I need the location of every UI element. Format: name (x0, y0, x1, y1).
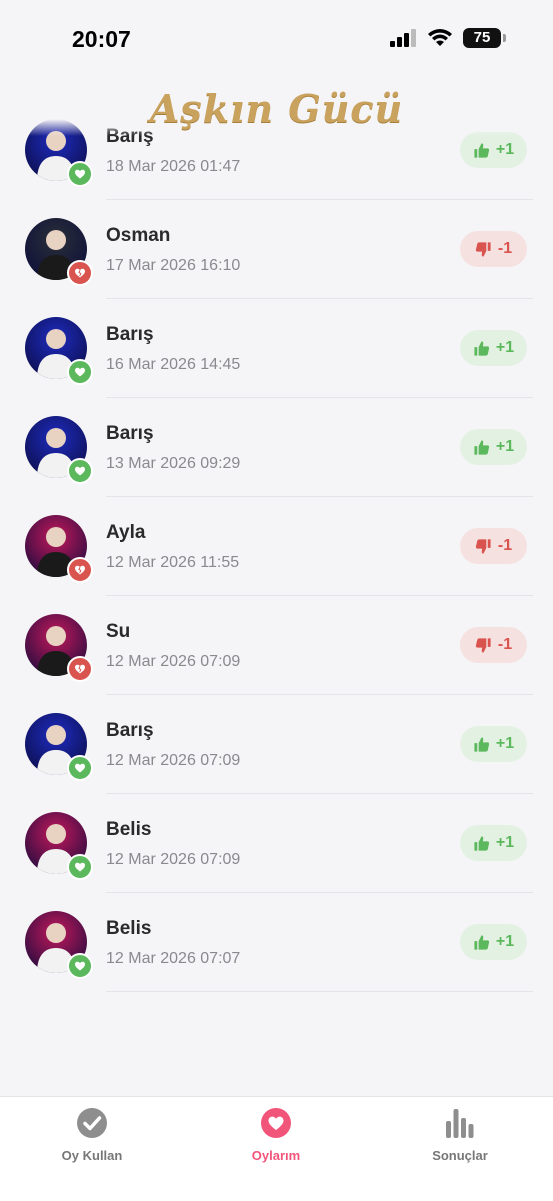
vote-row[interactable]: Barış 12 Mar 2026 07:09 +1 (0, 695, 553, 794)
broken-heart-badge-icon (67, 260, 93, 286)
status-bar: 20:07 75 (0, 0, 553, 80)
vote-value-badge: -1 (460, 528, 527, 564)
vote-date: 16 Mar 2026 14:45 (106, 356, 241, 373)
vote-row[interactable]: Osman 17 Mar 2026 16:10 -1 (0, 200, 553, 299)
thumbs-up-icon (474, 340, 489, 356)
vote-value-badge: +1 (460, 132, 527, 168)
thumbs-up-icon (474, 835, 489, 851)
status-time: 20:07 (72, 26, 131, 52)
vote-value-badge: +1 (460, 924, 527, 960)
vote-value: +1 (495, 834, 515, 851)
vote-value: -1 (497, 537, 513, 554)
contestant-name: Osman (106, 225, 171, 246)
vote-value: +1 (495, 339, 515, 356)
contestant-name: Barış (106, 324, 154, 345)
vote-row[interactable]: Barış 16 Mar 2026 14:45 +1 (0, 299, 553, 398)
vote-value-badge: +1 (460, 825, 527, 861)
vote-value-badge: +1 (460, 726, 527, 762)
heart-badge-icon (67, 854, 93, 880)
cellular-signal-icon (390, 29, 416, 47)
contestant-name: Belis (106, 918, 152, 939)
vote-date: 18 Mar 2026 01:47 (106, 158, 241, 175)
check-circle-icon (77, 1108, 107, 1138)
vote-value: -1 (497, 240, 513, 257)
vote-date: 12 Mar 2026 07:09 (106, 752, 241, 769)
tab-results[interactable]: Sonuçlar (368, 1107, 552, 1163)
app-logo: Aşkın Gücü (149, 85, 404, 131)
vote-value-badge: -1 (460, 231, 527, 267)
contestant-name: Belis (106, 819, 152, 840)
app-header: Aşkın Gücü (0, 80, 553, 136)
tab-results-label: Sonuçlar (432, 1148, 488, 1163)
tab-vote[interactable]: Oy Kullan (0, 1107, 184, 1163)
vote-row[interactable]: Ayla 12 Mar 2026 11:55 -1 (0, 497, 553, 596)
heart-badge-icon (67, 161, 93, 187)
broken-heart-badge-icon (67, 557, 93, 583)
vote-value-badge: -1 (460, 627, 527, 663)
row-divider (106, 991, 533, 992)
vote-date: 17 Mar 2026 16:10 (106, 257, 241, 274)
vote-value-badge: +1 (460, 330, 527, 366)
broken-heart-badge-icon (67, 656, 93, 682)
tab-vote-label: Oy Kullan (61, 1148, 123, 1163)
wifi-icon (428, 29, 452, 46)
thumbs-down-icon (475, 241, 491, 257)
heart-badge-icon (67, 755, 93, 781)
contestant-name: Barış (106, 720, 154, 741)
vote-row[interactable]: Belis 12 Mar 2026 07:07 +1 (0, 893, 553, 992)
vote-value: +1 (495, 735, 515, 752)
vote-value: +1 (495, 141, 515, 158)
tab-my-votes[interactable]: Oylarım (184, 1107, 368, 1163)
thumbs-down-icon (475, 538, 491, 554)
contestant-name: Barış (106, 423, 154, 444)
heart-icon (261, 1108, 291, 1138)
vote-value: +1 (495, 438, 515, 455)
thumbs-up-icon (474, 934, 489, 950)
heart-badge-icon (67, 359, 93, 385)
vote-row[interactable]: Barış 13 Mar 2026 09:29 +1 (0, 398, 553, 497)
status-icons: 75 (389, 28, 506, 48)
vote-row[interactable]: Belis 12 Mar 2026 07:09 +1 (0, 794, 553, 893)
thumbs-down-icon (475, 637, 491, 653)
vote-date: 12 Mar 2026 11:55 (106, 554, 240, 571)
battery-indicator: 75 (463, 28, 506, 48)
vote-value: +1 (495, 933, 515, 950)
contestant-name: Ayla (106, 522, 146, 543)
vote-value: -1 (497, 636, 513, 653)
tab-bar: Oy Kullan Oylarım Sonuçlar (0, 1096, 553, 1201)
vote-row[interactable]: Su 12 Mar 2026 07:09 -1 (0, 596, 553, 695)
heart-badge-icon (67, 953, 93, 979)
heart-badge-icon (67, 458, 93, 484)
vote-value-badge: +1 (460, 429, 527, 465)
contestant-name: Su (106, 621, 131, 642)
vote-date: 12 Mar 2026 07:07 (106, 950, 241, 967)
bar-chart-icon (446, 1109, 474, 1138)
thumbs-up-icon (474, 439, 489, 455)
thumbs-up-icon (474, 736, 489, 752)
tab-my-votes-label: Oylarım (251, 1148, 301, 1163)
vote-date: 12 Mar 2026 07:09 (106, 851, 241, 868)
vote-date: 13 Mar 2026 09:29 (106, 455, 241, 472)
thumbs-up-icon (474, 142, 489, 158)
vote-date: 12 Mar 2026 07:09 (106, 653, 241, 670)
